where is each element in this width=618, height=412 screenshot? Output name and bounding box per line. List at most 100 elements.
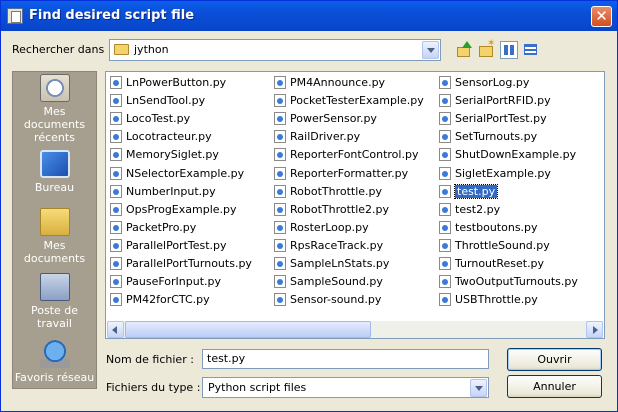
python-file-icon: [439, 257, 451, 270]
recent-documents-icon: [39, 74, 70, 102]
chevron-down-icon[interactable]: [422, 41, 439, 59]
file-item[interactable]: PM4Announce.py: [272, 74, 387, 91]
python-file-icon: [110, 293, 122, 306]
file-item[interactable]: Sensor-sound.py: [272, 291, 383, 308]
file-item-label: RosterLoop.py: [290, 221, 369, 234]
file-item[interactable]: LnPowerButton.py: [108, 74, 228, 91]
file-item-label: TwoOutputTurnouts.py: [455, 275, 578, 288]
file-item[interactable]: TurnoutReset.py: [437, 255, 546, 272]
file-item-label: ParallelPortTest.py: [126, 239, 227, 252]
file-item[interactable]: MemorySiglet.py: [108, 146, 221, 163]
new-folder-icon[interactable]: [478, 38, 496, 59]
file-item[interactable]: LocoTest.py: [108, 110, 192, 127]
file-item[interactable]: USBThrottle.py: [437, 291, 540, 308]
python-file-icon: [110, 94, 122, 107]
scroll-thumb[interactable]: [125, 321, 371, 338]
file-item-label: PacketPro.py: [126, 221, 197, 234]
file-item-label: SerialPortTest.py: [455, 112, 547, 125]
file-item[interactable]: testboutons.py: [437, 219, 540, 236]
file-item[interactable]: RobotThrottle.py: [272, 183, 384, 200]
python-file-icon: [110, 257, 122, 270]
open-button[interactable]: Ouvrir: [507, 348, 602, 371]
place-label: Poste de travail: [30, 304, 79, 330]
place-recent-documents[interactable]: Mes documents récents: [13, 74, 96, 144]
file-item[interactable]: ReporterFontControl.py: [272, 146, 420, 163]
file-item[interactable]: PM42forCTC.py: [108, 291, 212, 308]
file-item-label: PauseForInput.py: [126, 275, 222, 288]
up-folder-icon[interactable]: [456, 41, 474, 59]
file-item[interactable]: ParallelPortTurnouts.py: [108, 255, 254, 272]
chevron-down-icon[interactable]: [470, 379, 487, 397]
file-item[interactable]: PocketTesterExample.py: [272, 92, 426, 109]
file-item-label: ShutDownExample.py: [455, 148, 577, 161]
place-network[interactable]: Favoris réseau: [13, 340, 96, 384]
file-item[interactable]: ParallelPortTest.py: [108, 237, 229, 254]
file-item[interactable]: ShutDownExample.py: [437, 146, 578, 163]
desktop-icon: [39, 150, 70, 178]
file-item[interactable]: RpsRaceTrack.py: [272, 237, 385, 254]
list-view-icon[interactable]: [500, 41, 518, 59]
scroll-right-button[interactable]: [586, 321, 603, 338]
file-item[interactable]: SampleLnStats.py: [272, 255, 391, 272]
file-item[interactable]: PowerSensor.py: [272, 110, 379, 127]
python-file-icon: [274, 275, 286, 288]
file-item[interactable]: LnSendTool.py: [108, 92, 207, 109]
file-item[interactable]: OpsProgExample.py: [108, 201, 239, 218]
file-item[interactable]: SetTurnouts.py: [437, 128, 539, 145]
file-item-label: test.py: [453, 184, 499, 199]
file-item[interactable]: PauseForInput.py: [108, 273, 223, 290]
file-item[interactable]: ReporterFormatter.py: [272, 165, 410, 182]
folder-icon: [114, 44, 129, 55]
file-item[interactable]: PacketPro.py: [108, 219, 198, 236]
cancel-button[interactable]: Annuler: [507, 375, 602, 398]
python-file-icon: [110, 130, 122, 143]
python-file-icon: [274, 185, 286, 198]
file-item-label: RobotThrottle.py: [290, 185, 383, 198]
network-icon: [39, 340, 70, 368]
file-list[interactable]: LnPowerButton.py LnSendTool.py LocoTest.py…: [105, 71, 605, 339]
file-item[interactable]: TwoOutputTurnouts.py: [437, 273, 580, 290]
python-file-icon: [110, 185, 122, 198]
look-in-combobox[interactable]: jython: [109, 39, 441, 61]
file-item[interactable]: RailDriver.py: [272, 128, 362, 145]
python-file-icon: [274, 239, 286, 252]
file-item[interactable]: SerialPortTest.py: [437, 110, 549, 127]
horizontal-scrollbar[interactable]: [107, 321, 603, 338]
file-item[interactable]: test2.py: [437, 201, 502, 218]
window-title: Find desired script file: [29, 8, 195, 23]
file-item[interactable]: SampleSound.py: [272, 273, 385, 290]
close-button[interactable]: ✕: [591, 6, 612, 27]
python-file-icon: [274, 112, 286, 125]
file-item-label: PM4Announce.py: [290, 76, 386, 89]
place-desktop[interactable]: Bureau: [13, 150, 96, 194]
file-item-label: SerialPortRFID.py: [455, 94, 551, 107]
file-item[interactable]: SensorLog.py: [437, 74, 531, 91]
file-item[interactable]: SerialPortRFID.py: [437, 92, 553, 109]
file-item-label: MemorySiglet.py: [126, 148, 219, 161]
file-item-label: Sensor-sound.py: [290, 293, 382, 306]
file-item[interactable]: RosterLoop.py: [272, 219, 371, 236]
file-item-label: PM42forCTC.py: [126, 293, 210, 306]
look-in-label: Rechercher dans :: [12, 43, 112, 56]
python-file-icon: [439, 148, 451, 161]
scroll-left-button[interactable]: [107, 321, 124, 338]
file-item-label: LocoTest.py: [126, 112, 191, 125]
file-item[interactable]: SigletExample.py: [437, 165, 553, 182]
place-my-documents[interactable]: Mes documents: [13, 208, 96, 265]
file-item[interactable]: ThrottleSound.py: [437, 237, 552, 254]
file-name-input[interactable]: test.py: [202, 349, 489, 369]
python-file-icon: [439, 203, 451, 216]
title-bar[interactable]: Find desired script file ✕: [1, 1, 617, 31]
file-item[interactable]: RobotThrottle2.py: [272, 201, 391, 218]
file-type-combobox[interactable]: Python script files: [202, 377, 489, 398]
place-my-computer[interactable]: Poste de travail: [13, 273, 96, 330]
file-item[interactable]: NSelectorExample.py: [108, 165, 246, 182]
file-item[interactable]: test.py: [437, 183, 499, 200]
file-item-label: LnPowerButton.py: [126, 76, 227, 89]
details-view-icon[interactable]: [522, 41, 540, 59]
python-file-icon: [274, 148, 286, 161]
python-file-icon: [274, 203, 286, 216]
file-item[interactable]: NumberInput.py: [108, 183, 218, 200]
place-label: Mes documents récents: [23, 105, 86, 144]
file-item[interactable]: Locotracteur.py: [108, 128, 214, 145]
